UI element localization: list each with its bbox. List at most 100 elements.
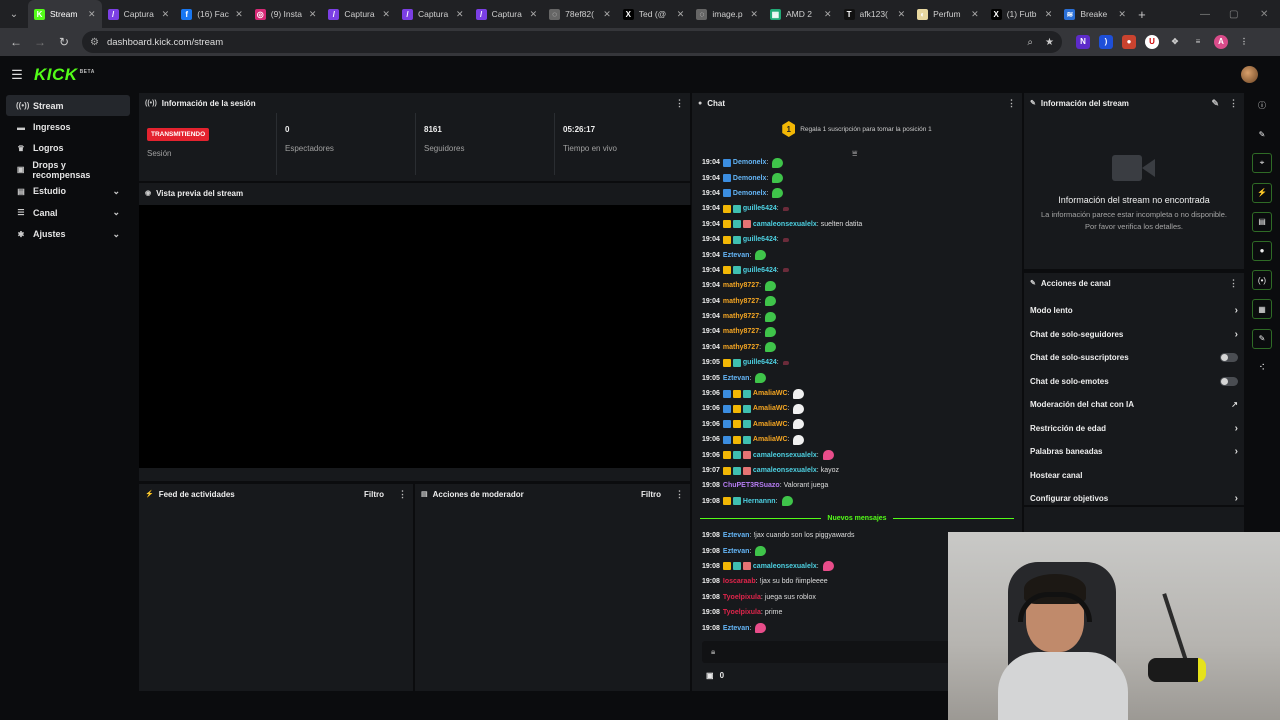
browser-tab[interactable]: Tafk123(✕ bbox=[838, 0, 912, 28]
chevron-down-icon[interactable]: ⌄ bbox=[112, 207, 120, 218]
chat-username[interactable]: Eztevan bbox=[723, 625, 749, 632]
kebab-menu-icon[interactable]: ⋮ bbox=[675, 489, 684, 500]
browser-tab[interactable]: / Captura ✕ bbox=[470, 0, 544, 28]
kick-logo[interactable]: KICK BETA bbox=[34, 65, 95, 85]
toggle-switch[interactable] bbox=[1220, 353, 1238, 363]
filter-button[interactable]: Filtro bbox=[641, 490, 661, 499]
bookmark-star-icon[interactable]: ★ bbox=[1045, 37, 1054, 48]
tab-close-icon[interactable]: ✕ bbox=[677, 9, 685, 20]
forward-icon[interactable]: → bbox=[28, 35, 52, 49]
chat-username[interactable]: camaleonsexualelx bbox=[753, 467, 817, 474]
tab-close-icon[interactable]: ✕ bbox=[824, 9, 832, 20]
tab-close-icon[interactable]: ✕ bbox=[603, 9, 611, 20]
chat-bubble-icon[interactable]: ● bbox=[1252, 240, 1272, 261]
kebab-menu-icon[interactable]: ⋮ bbox=[1229, 98, 1238, 109]
browser-tab[interactable]: ◎ (9) Insta ✕ bbox=[249, 0, 323, 28]
tab-close-icon[interactable]: ✕ bbox=[971, 9, 979, 20]
new-tab-button[interactable]: + bbox=[1132, 7, 1152, 22]
gift-sub-banner[interactable]: 1 Regala 1 suscripción para tomar la pos… bbox=[692, 121, 1022, 137]
browser-tab[interactable]: ≋ Breake ✕ bbox=[1058, 0, 1132, 28]
chat-username[interactable]: Tyoelpixula bbox=[723, 594, 761, 601]
browser-tab[interactable]: f (16) Fac ✕ bbox=[175, 0, 249, 28]
gift-box-icon[interactable]: ▣ bbox=[706, 671, 714, 680]
browser-tab[interactable]: X Ted (@ ✕ bbox=[617, 0, 691, 28]
profile-avatar[interactable]: A bbox=[1214, 35, 1228, 49]
tab-close-icon[interactable]: ✕ bbox=[1045, 9, 1053, 20]
zoom-icon[interactable]: ⌕ bbox=[1027, 37, 1033, 48]
tab-close-icon[interactable]: ✕ bbox=[898, 9, 906, 20]
channel-action-item[interactable]: Chat de solo-emotes bbox=[1024, 370, 1244, 394]
chat-username[interactable]: guille6424 bbox=[743, 267, 777, 274]
chevron-down-icon[interactable]: ⌄ bbox=[112, 229, 120, 240]
browser-tab[interactable]: ◐ Perfum ✕ bbox=[911, 0, 985, 28]
chat-username[interactable]: Eztevan bbox=[723, 532, 749, 539]
site-settings-icon[interactable]: ⚙ bbox=[90, 37, 99, 48]
sidebar-item-canal[interactable]: ☰ Canal ⌄ bbox=[6, 202, 130, 223]
chat-username[interactable]: AmaliaWC bbox=[753, 405, 788, 412]
chat-username[interactable]: Demonelx bbox=[733, 190, 766, 197]
sidebar-item-ingresos[interactable]: ▬ Ingresos bbox=[6, 116, 130, 137]
chat-username[interactable]: Tyoelpixula bbox=[723, 609, 761, 616]
tab-close-icon[interactable]: ✕ bbox=[1118, 9, 1126, 20]
bolt-icon[interactable]: ⚡ bbox=[1252, 182, 1272, 203]
layout-icon[interactable]: ▦ bbox=[1252, 299, 1272, 320]
chat-username[interactable]: Eztevan bbox=[723, 548, 749, 555]
chat-username[interactable]: mathy8727 bbox=[723, 282, 759, 289]
close-window-icon[interactable]: ✕ bbox=[1260, 0, 1268, 28]
chat-username[interactable]: AmaliaWC bbox=[753, 390, 788, 397]
tab-close-icon[interactable]: ✕ bbox=[162, 9, 170, 20]
tab-close-icon[interactable]: ✕ bbox=[309, 9, 317, 20]
channel-action-item[interactable]: Hostear canal bbox=[1024, 464, 1244, 488]
extension-icon[interactable]: ● bbox=[1122, 35, 1136, 49]
back-icon[interactable]: ← bbox=[4, 35, 28, 49]
puzzle-icon[interactable]: ✥ bbox=[1168, 35, 1182, 49]
reload-icon[interactable]: ↻ bbox=[52, 35, 76, 49]
browser-tab[interactable]: / Captura ✕ bbox=[396, 0, 470, 28]
chat-username[interactable]: mathy8727 bbox=[723, 313, 759, 320]
channel-action-item[interactable]: Chat de solo-suscriptores bbox=[1024, 346, 1244, 370]
chat-username[interactable]: Eztevan bbox=[723, 375, 749, 382]
chat-username[interactable]: camaleonsexualelx bbox=[753, 452, 817, 459]
broadcast-icon[interactable]: (•) bbox=[1252, 270, 1272, 291]
sidebar-item-stream[interactable]: ((•)) Stream bbox=[6, 95, 130, 117]
sidebar-item-drops[interactable]: ▣ Drops y recompensas bbox=[6, 159, 130, 180]
edit-pencil-icon[interactable]: ✎ bbox=[1252, 124, 1272, 144]
chat-input[interactable]: 🔒︎ bbox=[702, 641, 952, 663]
stream-preview-video[interactable] bbox=[139, 205, 691, 468]
edit-pencil-icon[interactable]: ✎ bbox=[1211, 98, 1219, 109]
browser-tab[interactable]: K Stream ✕ bbox=[28, 0, 102, 28]
reading-list-icon[interactable]: ≡ bbox=[1191, 35, 1205, 49]
maximize-icon[interactable]: ▢ bbox=[1229, 0, 1238, 28]
kebab-menu-icon[interactable]: ⋮ bbox=[1229, 278, 1238, 289]
browser-tab[interactable]: ◌ image.p ✕ bbox=[690, 0, 764, 28]
browser-tab[interactable]: X (1) Futb ✕ bbox=[985, 0, 1059, 28]
chat-username[interactable]: Demonelx bbox=[733, 159, 766, 166]
chat-username[interactable]: AmaliaWC bbox=[753, 436, 788, 443]
info-icon[interactable]: ⓘ bbox=[1252, 95, 1272, 115]
channel-action-item[interactable]: Chat de solo-seguidores › bbox=[1024, 323, 1244, 347]
browser-tab[interactable]: / Captura ✕ bbox=[102, 0, 176, 28]
kebab-menu-icon[interactable]: ⋮ bbox=[675, 98, 684, 109]
chevron-right-icon[interactable]: › bbox=[1235, 423, 1238, 434]
chat-username[interactable]: guille6424 bbox=[743, 236, 777, 243]
kebab-menu-icon[interactable]: ⋮ bbox=[1237, 35, 1251, 49]
tab-close-icon[interactable]: ✕ bbox=[456, 9, 464, 20]
browser-tab[interactable]: ▦ AMD 2 ✕ bbox=[764, 0, 838, 28]
url-field[interactable]: ⚙ dashboard.kick.com/stream ⌕ ★ bbox=[82, 31, 1062, 53]
channel-action-item[interactable]: Palabras baneadas › bbox=[1024, 440, 1244, 464]
wrench-icon[interactable]: ✎ bbox=[1252, 328, 1272, 349]
extension-icon[interactable]: ) bbox=[1099, 35, 1113, 49]
chevron-right-icon[interactable]: › bbox=[1235, 446, 1238, 457]
sidebar-item-ajustes[interactable]: ✱ Ajustes ⌄ bbox=[6, 223, 130, 244]
browser-tab[interactable]: ◌ 78ef82(✕ bbox=[543, 0, 617, 28]
chevron-right-icon[interactable]: › bbox=[1235, 329, 1238, 340]
chat-username[interactable]: mathy8727 bbox=[723, 298, 759, 305]
chevron-right-icon[interactable]: › bbox=[1235, 305, 1238, 316]
chat-username[interactable]: AmaliaWC bbox=[753, 421, 788, 428]
share-icon[interactable]: ⠪ bbox=[1252, 358, 1272, 378]
browser-tab[interactable]: / Captura ✕ bbox=[322, 0, 396, 28]
sidebar-item-logros[interactable]: ♛ Logros bbox=[6, 138, 130, 159]
chat-username[interactable]: camaleonsexualelx bbox=[753, 563, 817, 570]
chat-username[interactable]: guille6424 bbox=[743, 205, 777, 212]
chat-username[interactable]: guille6424 bbox=[743, 359, 777, 366]
